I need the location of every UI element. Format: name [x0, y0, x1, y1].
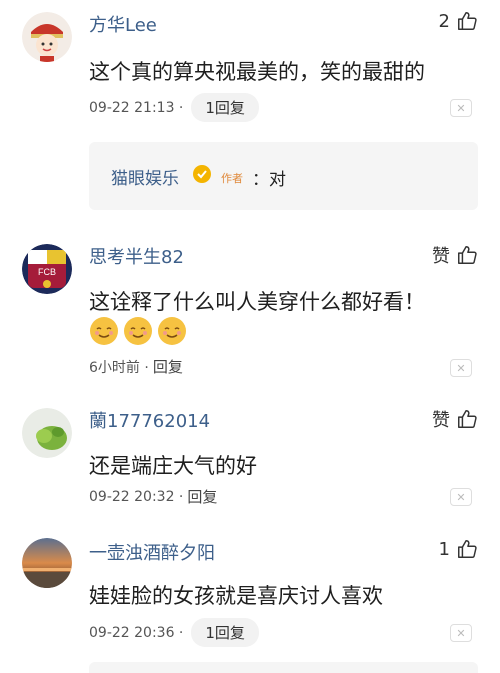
timestamp: 09-22 20:36 · — [89, 624, 184, 641]
sub-reply-partial — [89, 662, 478, 673]
comment-meta: 09-22 20:32 · 回复 — [89, 486, 217, 507]
sub-reply[interactable]: 猫眼娱乐 作者 ：对 — [89, 142, 478, 210]
avatar[interactable] — [22, 538, 72, 588]
smiling-face-emoji-icon — [158, 317, 186, 345]
timestamp: 6小时前 · — [89, 359, 149, 376]
comment-item: FCB 思考半生82 赞 这诠释了什么叫人美穿什么都好看！ 6小时前 · 回复 … — [0, 228, 500, 398]
username[interactable]: 一壶浊酒醉夕阳 — [89, 539, 215, 565]
like-count: 2 — [438, 10, 450, 32]
author-tag: 作者 — [221, 172, 243, 185]
close-icon[interactable]: ✕ — [450, 488, 472, 506]
like-count: 1 — [438, 538, 450, 560]
avatar[interactable] — [22, 12, 72, 62]
comment-item: 蘭177762014 赞 还是端庄大气的好 09-22 20:32 · 回复 ✕ — [0, 398, 500, 530]
emoji-row — [89, 316, 187, 346]
like-label: 赞 — [432, 246, 450, 267]
reply-button[interactable]: 回复 — [153, 356, 183, 377]
username[interactable]: 思考半生82 — [89, 243, 184, 269]
like-button[interactable]: 2 — [439, 10, 478, 32]
thumbs-up-icon — [458, 540, 477, 558]
timestamp: 09-22 20:32 · — [89, 488, 184, 505]
close-icon[interactable]: ✕ — [450, 624, 472, 642]
comment-text: 这个真的算央视最美的，笑的最甜的 — [89, 60, 425, 84]
comment-meta: 09-22 21:13 · 1回复 — [89, 93, 259, 122]
comment-meta: 6小时前 · 回复 — [89, 356, 183, 377]
comment-item: 方华Lee 2 这个真的算央视最美的，笑的最甜的 09-22 21:13 · 1… — [0, 0, 500, 228]
comment-text: 娃娃脸的女孩就是喜庆讨人喜欢 — [89, 584, 383, 608]
like-button[interactable]: 1 — [439, 538, 478, 560]
thumbs-up-icon — [458, 12, 477, 30]
comment-meta: 09-22 20:36 · 1回复 — [89, 618, 259, 647]
reply-count-button[interactable]: 1回复 — [191, 93, 259, 122]
smiling-face-emoji-icon — [124, 317, 152, 345]
username[interactable]: 蘭177762014 — [89, 407, 210, 433]
close-icon[interactable]: ✕ — [450, 99, 472, 117]
username[interactable]: 方华Lee — [89, 11, 157, 37]
like-label: 赞 — [432, 410, 450, 431]
sub-reply-text: ：对 — [252, 170, 286, 190]
timestamp: 09-22 21:13 · — [89, 99, 184, 116]
avatar[interactable]: FCB — [22, 244, 72, 294]
sub-reply-username[interactable]: 猫眼娱乐 — [111, 164, 179, 189]
verified-badge-icon — [193, 165, 211, 183]
like-button[interactable]: 赞 — [432, 406, 478, 432]
smiling-face-emoji-icon — [90, 317, 118, 345]
comment-text: 还是端庄大气的好 — [89, 454, 257, 478]
avatar[interactable] — [22, 408, 72, 458]
close-icon[interactable]: ✕ — [450, 359, 472, 377]
thumbs-up-icon — [458, 410, 477, 428]
reply-count-button[interactable]: 1回复 — [191, 618, 259, 647]
svg-text:FCB: FCB — [38, 267, 56, 277]
comment-text: 这诠释了什么叫人美穿什么都好看！ — [89, 290, 425, 314]
reply-button[interactable]: 回复 — [187, 486, 217, 507]
thumbs-up-icon — [458, 246, 477, 264]
like-button[interactable]: 赞 — [432, 242, 478, 268]
comment-item: 一壶浊酒醉夕阳 1 娃娃脸的女孩就是喜庆讨人喜欢 09-22 20:36 · 1… — [0, 530, 500, 673]
